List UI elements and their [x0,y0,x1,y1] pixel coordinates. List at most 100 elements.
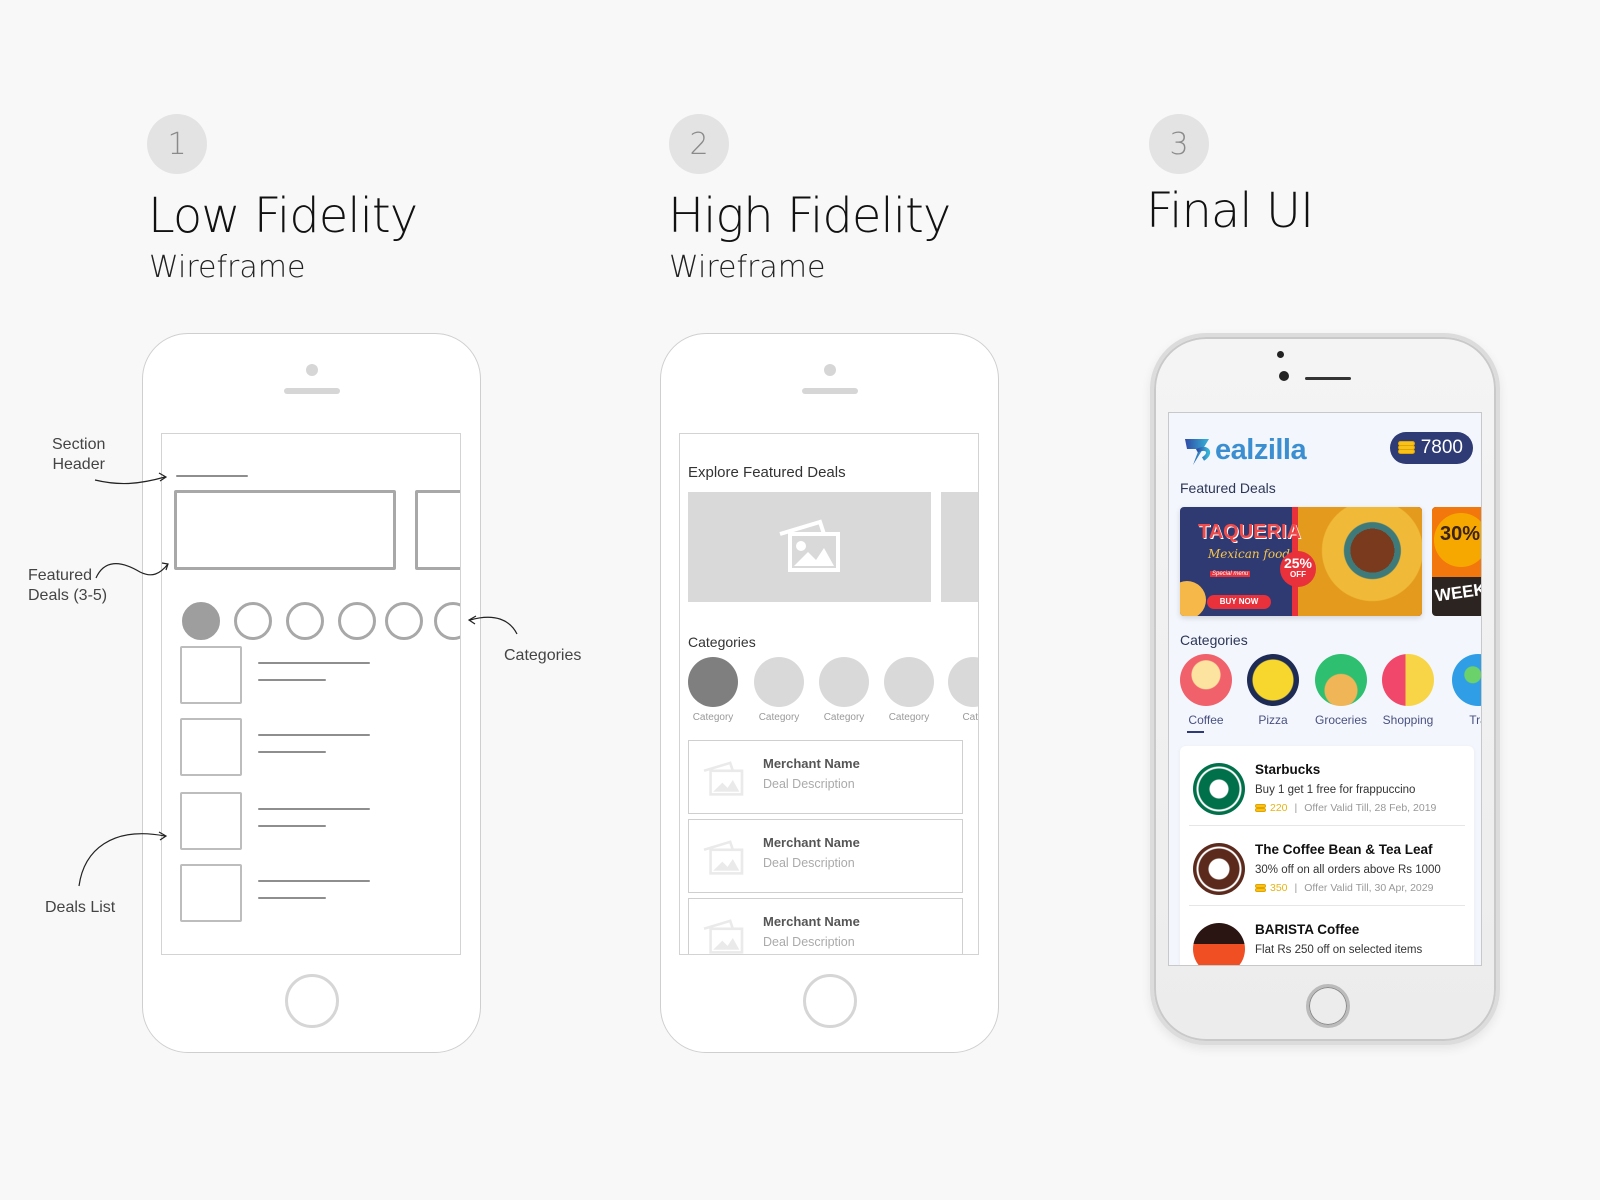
banner-tagline: Mexican food [1208,547,1290,561]
home-button[interactable] [1306,984,1350,1028]
deal-description: Deal Description [763,777,855,791]
image-placeholder-icon [703,840,744,875]
coin-stack-icon [1255,883,1266,893]
deal-validity: Offer Valid Till, 30 Apr, 2029 [1304,882,1434,894]
coins-balance-badge[interactable]: 7800 [1389,432,1473,464]
dealzilla-logo-icon [1185,439,1211,465]
banner-headline: TAQUERIA [1198,521,1301,543]
category-label: Category [692,712,734,723]
brand-name: ealzilla [1215,433,1307,466]
featured-deal-banner-taqueria[interactable]: TAQUERIA Mexican food Special menu 25% O… [1180,507,1422,616]
arrow-deals-list [78,833,166,887]
palm-tree-icon[interactable] [1452,654,1481,706]
category-label-pizza[interactable]: Pizza [1238,713,1308,727]
camera-dot [823,364,836,376]
merchant-name: Merchant Name [763,756,860,771]
deal-row[interactable]: Merchant Name Deal Description [688,740,963,814]
coffee-cup-icon[interactable] [1180,654,1232,706]
image-placeholder-icon [779,519,840,572]
discount-badge: 25% OFF [1280,551,1316,587]
category-placeholder[interactable] [948,657,978,707]
deal-list-item[interactable]: BARISTA Coffee Flat Rs 250 off on select… [1180,906,1474,965]
category-label-tra[interactable]: Tra [1443,713,1481,727]
coffee-bean-logo [1193,843,1245,895]
featured-deals-title: Featured Deals [1180,480,1276,496]
arrow-head [467,615,477,625]
deal-description: Flat Rs 250 off on selected items [1255,944,1423,956]
image-placeholder-icon [703,919,744,954]
deal-meta: 350 | Offer Valid Till, 30 Apr, 2029 [1255,882,1433,894]
image-placeholder-icon [703,761,744,796]
deal-points: 220 [1270,802,1288,814]
deal-meta: 220 | Offer Valid Till, 28 Feb, 2019 [1255,802,1436,814]
app-logo: ealzilla [1179,431,1307,469]
home-button[interactable] [802,974,857,1028]
category-placeholder[interactable] [819,657,869,707]
category-label: Category [823,712,865,723]
groceries-bag-icon[interactable] [1315,654,1367,706]
next-banner-text: 30% [1434,513,1481,567]
pizza-icon[interactable] [1247,654,1299,706]
deals-list: Starbucks Buy 1 get 1 free for frappucci… [1180,746,1474,965]
merchant-name: Starbucks [1255,762,1321,777]
merchant-name: The Coffee Bean & Tea Leaf [1255,842,1433,857]
arrow-head [158,472,168,482]
category-label: Category [888,712,930,723]
coins-balance: 7800 [1420,437,1463,458]
category-label-groceries[interactable]: Groceries [1306,713,1376,727]
arrow-section-header [94,476,166,485]
category-placeholder[interactable] [688,657,738,707]
starbucks-logo [1193,763,1245,815]
hifi-screen: Explore Featured Deals Categories Catego… [679,433,979,955]
merchant-name: Merchant Name [763,914,860,929]
coin-stack-icon [1255,803,1266,813]
category-label: Cate [962,712,978,723]
deal-description: Deal Description [763,935,855,949]
annotation-arrows [78,472,518,887]
deal-row[interactable]: Merchant Name Deal Description [688,898,963,954]
deal-validity: Offer Valid Till, 28 Feb, 2019 [1304,802,1437,814]
banner-special: Special menu [1210,571,1251,577]
nachos-image [1298,507,1422,616]
speaker-slot [1305,377,1351,380]
deal-list-item[interactable]: Starbucks Buy 1 get 1 free for frappucci… [1180,746,1474,826]
section-title: Explore Featured Deals [688,464,846,481]
speaker-slot [801,388,858,394]
featured-deal-placeholder[interactable] [688,492,931,602]
deal-row[interactable]: Merchant Name Deal Description [688,819,963,893]
step-2-badge: 2 [669,114,729,174]
step-3-badge: 3 [1149,114,1209,174]
category-placeholder[interactable] [754,657,804,707]
arrow-categories [469,616,518,635]
meta-separator: | [1294,802,1298,814]
coin-stack-icon [1397,441,1415,455]
featured-deal-banner-next[interactable]: 30% WEEK [1432,507,1482,616]
next-banner-sub: WEEK [1433,579,1482,606]
final-screen: ealzilla 7800 Featured Deals TAQUERIA Me… [1168,412,1482,966]
deal-description: 30% off on all orders above Rs 1000 [1255,864,1441,876]
categories-title: Categories [1180,632,1248,648]
barista-logo [1193,923,1245,965]
step-2-title: High Fidelity [668,188,951,244]
category-label: Category [758,712,800,723]
deal-description: Deal Description [763,856,855,870]
shopping-bags-icon[interactable] [1382,654,1434,706]
categories-title: Categories [688,634,756,650]
sensor-dot [1277,351,1284,358]
featured-deal-placeholder-next[interactable] [941,492,978,602]
deal-points: 350 [1270,882,1288,894]
step-3-title: Final UI [1146,183,1314,239]
deal-description: Buy 1 get 1 free for frappuccino [1255,784,1416,796]
deal-list-item[interactable]: The Coffee Bean & Tea Leaf 30% off on al… [1180,826,1474,906]
merchant-name: BARISTA Coffee [1255,922,1360,937]
arrow-featured-deals [95,563,169,579]
meta-separator: | [1294,882,1298,894]
category-label-coffee[interactable]: Coffee [1171,713,1241,727]
buy-now-button[interactable]: BUY NOW [1207,595,1271,609]
camera-dot [1279,371,1289,381]
category-placeholder[interactable] [884,657,934,707]
step-2-subtitle: Wireframe [669,250,826,285]
category-label-shopping[interactable]: Shopping [1373,713,1443,727]
active-category-indicator [1187,731,1204,733]
merchant-name: Merchant Name [763,835,860,850]
